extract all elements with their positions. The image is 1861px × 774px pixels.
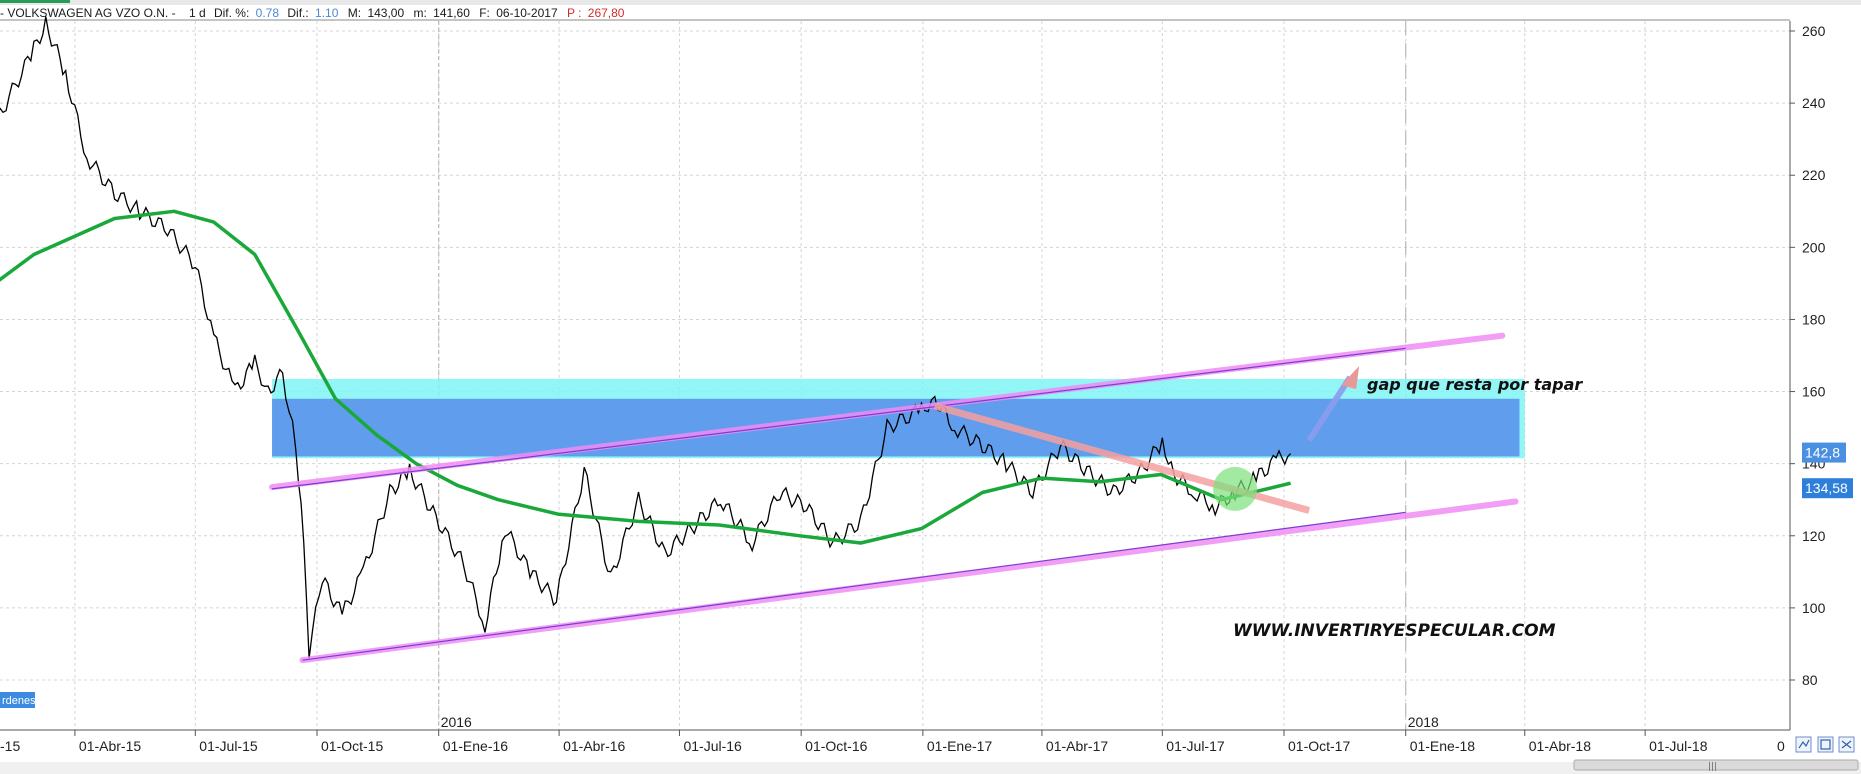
price-label: P : bbox=[567, 6, 581, 20]
year-label: 2016 bbox=[441, 714, 472, 730]
x-tick-label: 01-Jul-16 bbox=[683, 738, 742, 754]
date-value: 06-10-2017 bbox=[496, 6, 558, 20]
x-tick-label: 01-Jul-18 bbox=[1649, 738, 1708, 754]
chart-header-info: - VOLKSWAGEN AG VZO O.N. - 1 d Dif. %: 0… bbox=[0, 6, 625, 20]
y-tick-label: 100 bbox=[1802, 600, 1826, 616]
dif-pct-value: 0.78 bbox=[256, 6, 280, 20]
x-tick-label: 01-Abr-17 bbox=[1046, 738, 1108, 754]
max-label: M: bbox=[348, 6, 361, 20]
breakout-highlight-circle bbox=[1213, 466, 1258, 511]
x-tick-label: 01-Abr-18 bbox=[1529, 738, 1591, 754]
min-label: m: bbox=[413, 6, 426, 20]
x-tick-label: 01-Jul-15 bbox=[199, 738, 258, 754]
price-tag-label: 142,8 bbox=[1805, 445, 1840, 461]
timeframe-text: 1 d bbox=[189, 6, 206, 20]
x-tick-label-partial-left: -15 bbox=[0, 738, 20, 754]
y-tick-label: 220 bbox=[1802, 167, 1826, 183]
x-tick-label: 01-Oct-17 bbox=[1288, 738, 1350, 754]
max-value: 143,00 bbox=[367, 6, 404, 20]
y-tick-label: 200 bbox=[1802, 239, 1826, 255]
series-layer bbox=[0, 16, 1292, 659]
y-tick-label: 160 bbox=[1802, 384, 1826, 400]
x-tick-label: 01-Jul-17 bbox=[1166, 738, 1225, 754]
x-tick-label: 01-Ene-18 bbox=[1410, 738, 1476, 754]
x-tick-label-partial-right: 0 bbox=[1777, 738, 1785, 754]
y-tick-label: 240 bbox=[1802, 95, 1826, 111]
ordenes-tab-label: rdenes bbox=[2, 695, 36, 707]
x-tick-label: 01-Oct-15 bbox=[321, 738, 383, 754]
min-value: 141,60 bbox=[433, 6, 470, 20]
y-tick-label: 80 bbox=[1802, 672, 1818, 688]
dif-pct-label: Dif. %: bbox=[214, 6, 249, 20]
gap-annotation: gap que resta por tapar bbox=[1367, 375, 1583, 394]
price-series-line bbox=[0, 16, 1292, 659]
year-label: 2018 bbox=[1408, 714, 1439, 730]
chart-canvas: - VOLKSWAGEN AG VZO O.N. - 1 d Dif. %: 0… bbox=[0, 0, 1861, 774]
x-tick-label: 01-Ene-16 bbox=[443, 738, 509, 754]
dif-label: Dif.: bbox=[287, 6, 308, 20]
zoom-tool-icon[interactable] bbox=[1795, 736, 1812, 753]
y-tick-label: 260 bbox=[1802, 23, 1826, 39]
up-arrow-head-icon bbox=[1341, 366, 1360, 390]
x-tick-label: 01-Oct-16 bbox=[805, 738, 867, 754]
price-tag-label: 134,58 bbox=[1805, 480, 1848, 496]
y-axis: 80100120140160180200220240260 bbox=[1789, 21, 1826, 730]
date-label: F: bbox=[479, 6, 490, 20]
window-top-border bbox=[0, 0, 1861, 5]
y-tick-label: 180 bbox=[1802, 311, 1826, 327]
scroll-grip-icon: ||| bbox=[1708, 762, 1717, 772]
website-annotation: WWW.INVERTIRYESPECULAR.COM bbox=[1233, 621, 1556, 641]
x-axis: 01-Abr-15 01-Jul-15 01-Oct-15 01-Ene-16 01-A… bbox=[0, 714, 1790, 754]
moving-average-line bbox=[0, 209, 1292, 545]
symbol-text: - VOLKSWAGEN AG VZO O.N. - bbox=[0, 6, 176, 20]
x-tick-label: 01-Abr-16 bbox=[563, 738, 625, 754]
price-value: 267,80 bbox=[588, 6, 625, 20]
save-layout-icon[interactable] bbox=[1817, 736, 1834, 753]
x-tick-label: 01-Ene-17 bbox=[927, 738, 993, 754]
x-tick-label: 01-Abr-15 bbox=[79, 738, 141, 754]
window-accent-strip bbox=[0, 0, 70, 3]
y-tick-label: 120 bbox=[1802, 528, 1826, 544]
dif-value: 1.10 bbox=[315, 6, 339, 20]
